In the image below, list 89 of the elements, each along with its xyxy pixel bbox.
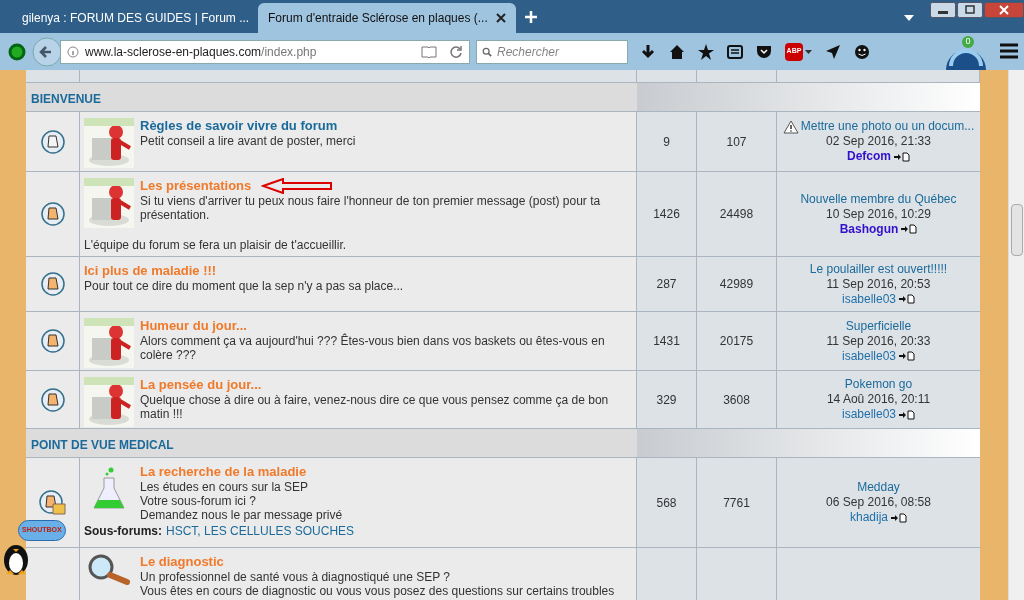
topics-count: 1431 xyxy=(653,333,680,350)
forum-title-link[interactable]: Le diagnostic xyxy=(140,554,224,570)
search-field[interactable]: Rechercher xyxy=(476,39,628,64)
forum-title-link[interactable]: La pensée du jour... xyxy=(140,377,262,393)
forum-description: Demandez nous le par message privé xyxy=(140,508,344,522)
caret-icon[interactable] xyxy=(805,49,812,54)
forum-description: Petit conseil a lire avant de poster, merci xyxy=(140,134,356,148)
author-link[interactable]: Defcom xyxy=(847,149,891,164)
minimize-icon[interactable] xyxy=(930,2,956,18)
forum-description: Votre sous-forum ici ? xyxy=(140,494,258,508)
scrollbar[interactable] xyxy=(1008,70,1024,600)
go-to-post-icon[interactable] xyxy=(894,151,910,162)
go-to-post-icon[interactable] xyxy=(899,294,915,304)
smiley-icon[interactable] xyxy=(854,43,870,60)
last-post-link[interactable]: Le poulailler est ouvert!!!!! xyxy=(809,261,948,277)
last-post-date: 02 Sep 2016, 21:33 xyxy=(826,134,931,149)
back-icon[interactable] xyxy=(32,36,62,67)
search-icon xyxy=(482,45,492,58)
menu-icon[interactable] xyxy=(1000,43,1018,59)
last-post-link[interactable]: Nouvelle membre du Québec xyxy=(800,191,957,207)
info-icon xyxy=(67,45,79,58)
forum-title-link[interactable]: Humeur du jour... xyxy=(140,318,247,334)
last-post-date: 11 Sep 2016, 20:33 xyxy=(826,333,931,349)
author-link[interactable]: khadija xyxy=(850,510,888,525)
magnifier-icon xyxy=(87,554,131,586)
author-link[interactable]: isabelle03 xyxy=(841,348,896,364)
posts-count: 7761 xyxy=(723,494,750,512)
last-post-link[interactable]: Medday xyxy=(857,480,900,495)
browser-tab[interactable]: gilenya : FORUM DES GUIDES | Forum ... xyxy=(12,3,258,33)
last-post-link[interactable]: Superficielle xyxy=(845,318,912,334)
home-icon[interactable] xyxy=(669,43,685,60)
browser-logo-icon[interactable] xyxy=(8,42,26,61)
reload-icon[interactable] xyxy=(449,44,463,59)
forum-title-link[interactable]: Règles de savoir vivre du forum xyxy=(140,118,338,134)
go-to-post-icon[interactable] xyxy=(899,409,915,420)
forum-title-link[interactable]: Les présentations xyxy=(140,178,252,194)
url-text: www.la-sclerose-en-plaques.com/index.php xyxy=(85,43,318,61)
go-to-post-icon[interactable] xyxy=(891,512,907,523)
category-title: POINT DE VUE MEDICAL xyxy=(31,436,174,454)
tab-list-icon[interactable] xyxy=(904,15,914,21)
forum-title-link[interactable]: La recherche de la maladie xyxy=(140,464,307,480)
topics-count: 568 xyxy=(656,494,677,512)
search-input[interactable]: Rechercher xyxy=(497,41,622,62)
list-icon[interactable] xyxy=(727,43,743,60)
address-bar[interactable]: www.la-sclerose-en-plaques.com/index.php xyxy=(60,39,470,64)
last-post-date: 10 Sep 2016, 10:29 xyxy=(826,206,931,222)
last-post-link[interactable]: Pokemon go xyxy=(844,377,913,392)
author-link[interactable]: isabelle03 xyxy=(841,407,896,422)
forum-note: L'équipe du forum se fera un plaisir de t'accueillir. xyxy=(84,237,348,254)
forum-description: Pour tout ce dire du moment que la sep n'y a pas sa place... xyxy=(84,279,404,293)
forum-description: Quelque chose à dire ou à faire, venez-nous dire ce que vous pensez comme ça de bon matin !!! xyxy=(140,393,610,421)
posts-count: 3608 xyxy=(723,391,750,409)
browser-tab[interactable]: Forum d'entraide Sclérose en plaques (... xyxy=(258,3,516,33)
download-icon[interactable] xyxy=(640,43,656,60)
topics-count: 287 xyxy=(656,276,677,293)
last-post-date: 14 Aoû 2016, 20:11 xyxy=(826,392,931,407)
new-tab-icon[interactable] xyxy=(524,10,538,24)
posts-count: 107 xyxy=(726,133,747,151)
topics-count: 9 xyxy=(663,133,670,151)
star-icon[interactable] xyxy=(698,43,714,60)
forum-description: Vous êtes en cours de diagnostic ou vous vous posez des questions sur certains troubles xyxy=(140,584,615,598)
posts-count: 42989 xyxy=(719,276,754,293)
forum-description: Un professionnel de santé vous à diagnostiqué une SEP ? xyxy=(140,570,451,584)
last-post-link[interactable]: Mettre une photo ou un docum... xyxy=(800,119,975,134)
topics-count: 329 xyxy=(656,391,677,409)
topics-count: 1426 xyxy=(653,206,680,223)
forum-description: Si tu viens d'arriver tu peux nous faire l'honneur de ton premier message (post) pour ta présentation. xyxy=(140,194,602,222)
last-post-date: 06 Sep 2016, 08:58 xyxy=(826,495,931,510)
subforums-label: Sous-forums: xyxy=(84,524,162,539)
last-post-date: 11 Sep 2016, 20:53 xyxy=(826,276,931,292)
maximize-icon[interactable] xyxy=(957,2,983,18)
go-to-post-icon[interactable] xyxy=(899,351,915,361)
forum-title-link[interactable]: Ici plus de maladie !!! xyxy=(84,263,217,279)
category-title: BIENVENUE xyxy=(31,90,101,108)
posts-count: 24498 xyxy=(719,206,754,223)
posts-count: 20175 xyxy=(719,333,754,350)
notification-badge: 0 xyxy=(962,36,974,48)
globe-drawing xyxy=(946,48,986,70)
forum-description: Alors comment ça va aujourd'hui ??? Êtes-vous bien dans vos baskets ou êtes-vous en colère ??? xyxy=(140,334,606,362)
author-link[interactable]: Bashogun xyxy=(839,221,899,237)
send-icon[interactable] xyxy=(825,43,841,60)
close-icon[interactable] xyxy=(984,2,1024,18)
pocket-icon[interactable] xyxy=(756,43,772,60)
author-link[interactable]: isabelle03 xyxy=(841,291,896,307)
reader-view-icon[interactable] xyxy=(421,45,437,58)
go-to-post-icon[interactable] xyxy=(901,224,918,234)
subforum-link[interactable]: HSCT, LES CELLULES SOUCHES xyxy=(166,524,355,539)
forum-description: Les études en cours sur la SEP xyxy=(140,480,310,494)
close-icon[interactable] xyxy=(496,13,506,23)
